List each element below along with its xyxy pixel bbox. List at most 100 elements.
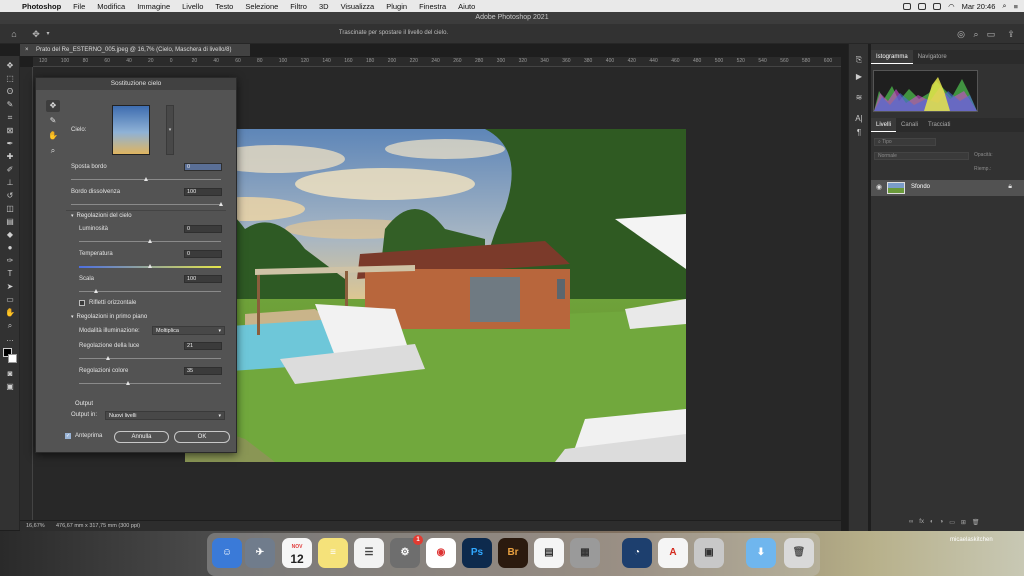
history-brush-icon[interactable]: ↺: [3, 190, 17, 202]
sky-preset-thumbnail[interactable]: [112, 105, 150, 155]
finder-icon[interactable]: ☺: [212, 538, 242, 568]
ok-button[interactable]: OK: [174, 431, 230, 443]
tab-tracciati[interactable]: Tracciati: [923, 118, 955, 132]
menu-app-photoshop[interactable]: Photoshop: [16, 2, 67, 11]
flip-horizontal-checkbox[interactable]: [79, 300, 85, 306]
group-icon[interactable]: ▭: [949, 519, 955, 529]
share-icon[interactable]: ⇪: [1005, 28, 1017, 40]
sky-move-tool-icon[interactable]: ✥: [46, 100, 60, 112]
layer-name[interactable]: Sfondo: [911, 184, 930, 190]
background-color-swatch[interactable]: [8, 354, 17, 363]
scala-thumb[interactable]: [93, 289, 98, 293]
healing-brush-icon[interactable]: ✚: [3, 151, 17, 163]
menu-modifica[interactable]: Modifica: [91, 2, 131, 11]
zoom-tool-icon[interactable]: ⌕: [46, 145, 60, 157]
move-tool-icon[interactable]: ✥: [3, 60, 17, 72]
preview-icon[interactable]: ▤: [534, 538, 564, 568]
luminosita-thumb[interactable]: [147, 239, 152, 243]
close-icon[interactable]: ×: [25, 44, 29, 56]
menu-file[interactable]: File: [67, 2, 91, 11]
screen-icon[interactable]: [918, 2, 927, 10]
sky-preset-dropdown[interactable]: ▾: [166, 105, 174, 155]
color-adjust-slider[interactable]: [79, 383, 221, 384]
search-icon[interactable]: ⌕: [1002, 1, 1006, 11]
tab-livelli[interactable]: Livelli: [871, 118, 897, 132]
eye-icon[interactable]: ◉: [876, 183, 882, 191]
history-icon[interactable]: ⎘: [853, 54, 865, 66]
fx-icon[interactable]: fx: [919, 519, 924, 529]
tab-navigatore[interactable]: Navigatore: [913, 50, 952, 64]
photoshop-icon[interactable]: Ps: [462, 538, 492, 568]
tab-istogramma[interactable]: Istogramma: [871, 50, 913, 64]
eyedropper-tool-icon[interactable]: ✒: [3, 138, 17, 150]
stamp-tool-icon[interactable]: ⊥: [3, 177, 17, 189]
adjustments-icon[interactable]: ≋: [853, 92, 865, 104]
hand-tool-icon[interactable]: ✋: [46, 130, 60, 142]
menu-finestra[interactable]: Finestra: [413, 2, 452, 11]
adjustment-icon[interactable]: ◑: [940, 519, 944, 529]
clock[interactable]: Mar 20:46: [962, 2, 996, 11]
search-icon[interactable]: ⌕: [970, 28, 982, 40]
crop-tool-icon[interactable]: ⌗: [3, 112, 17, 124]
type-tool-icon[interactable]: T: [3, 268, 17, 280]
light-adjust-value[interactable]: 21: [184, 342, 222, 350]
system-preferences-icon[interactable]: ⚙ 1: [390, 535, 423, 568]
blend-mode-select[interactable]: Normale: [874, 152, 969, 160]
menu-3d[interactable]: 3D: [313, 2, 335, 11]
paragraph-icon[interactable]: ¶: [853, 127, 865, 139]
layer-filter-select[interactable]: ⌕ Tipo: [874, 138, 936, 146]
workspace-icon[interactable]: ▭: [985, 28, 997, 40]
zoom-tool-icon[interactable]: ⌕: [3, 320, 17, 332]
reminders-icon[interactable]: ☰: [354, 538, 384, 568]
dodge-tool-icon[interactable]: ●: [3, 242, 17, 254]
sky-brush-tool-icon[interactable]: ✎: [46, 115, 60, 127]
calendar-icon[interactable]: NOV 12: [282, 538, 312, 568]
bordo-dissolvenza-slider[interactable]: [71, 204, 221, 205]
light-adjust-slider[interactable]: [79, 358, 221, 359]
more-tools-icon[interactable]: …: [3, 333, 17, 345]
trash-icon[interactable]: 🗑︎: [784, 538, 814, 568]
menu-filtro[interactable]: Filtro: [284, 2, 313, 11]
document-info[interactable]: 476,67 mm x 317,75 mm (300 ppi): [56, 521, 140, 531]
light-adjust-thumb[interactable]: [106, 356, 111, 360]
rectangle-tool-icon[interactable]: ▭: [3, 294, 17, 306]
trash-icon[interactable]: 🗑︎: [972, 519, 980, 529]
bordo-dissolvenza-value[interactable]: 100: [184, 188, 222, 196]
creative-cloud-icon[interactable]: [903, 2, 912, 10]
play-actions-icon[interactable]: ▶: [853, 71, 865, 83]
character-icon[interactable]: A|: [853, 113, 865, 125]
color-adjust-thumb[interactable]: [126, 381, 131, 385]
menu-livello[interactable]: Livello: [176, 2, 209, 11]
frame-tool-icon[interactable]: ⊠: [3, 125, 17, 137]
marquee-tool-icon[interactable]: ⬚: [3, 73, 17, 85]
scala-value[interactable]: 100: [184, 275, 222, 283]
wifi-icon[interactable]: ◠: [948, 2, 955, 11]
menu-selezione[interactable]: Selezione: [239, 2, 284, 11]
output-in-select[interactable]: Nuovi livelli ▾: [105, 411, 225, 420]
document-image[interactable]: [185, 129, 686, 462]
document-tab[interactable]: × Prato del Re_ESTERNO_005.jpeg @ 16,7% …: [20, 44, 250, 56]
pen-tool-icon[interactable]: ✑: [3, 255, 17, 267]
lighting-mode-select[interactable]: Moltiplica ▾: [152, 326, 225, 335]
menu-testo[interactable]: Testo: [209, 2, 239, 11]
control-center-icon[interactable]: ≡: [1014, 2, 1018, 11]
cancel-button[interactable]: Annulla: [114, 431, 169, 443]
zoom-level[interactable]: 16,67%: [26, 521, 45, 531]
cloud-docs-icon[interactable]: ◎: [955, 28, 967, 40]
battery-icon[interactable]: [933, 2, 942, 10]
menu-plugin[interactable]: Plugin: [380, 2, 413, 11]
temperatura-thumb[interactable]: [147, 264, 152, 268]
menu-visualizza[interactable]: Visualizza: [335, 2, 381, 11]
calculator-icon[interactable]: ▦: [570, 538, 600, 568]
quicktime-icon[interactable]: ◔: [622, 538, 652, 568]
hand-tool-icon[interactable]: ✋: [3, 307, 17, 319]
menu-aiuto[interactable]: Aiuto: [452, 2, 481, 11]
bordo-dissolvenza-thumb[interactable]: [218, 202, 223, 206]
layer-row[interactable]: ◉ Sfondo 🔒︎: [871, 180, 1024, 196]
gradient-tool-icon[interactable]: ▤: [3, 216, 17, 228]
launchpad-icon[interactable]: ✈: [245, 538, 275, 568]
tab-canali[interactable]: Canali: [896, 118, 923, 132]
blur-tool-icon[interactable]: ◆: [3, 229, 17, 241]
bridge-icon[interactable]: Br: [498, 538, 528, 568]
link-icon[interactable]: ∞: [909, 519, 913, 529]
